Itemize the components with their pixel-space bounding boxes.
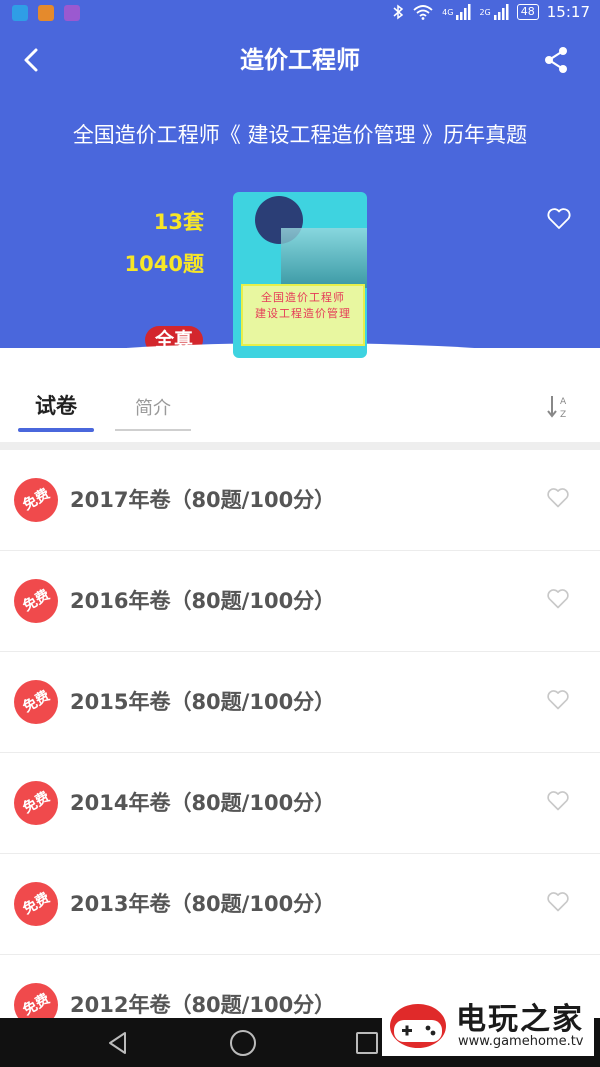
nav-recents-icon[interactable] <box>356 1032 378 1054</box>
paper-title: 2017年卷（80题/100分） <box>70 488 336 512</box>
nav-home-icon[interactable] <box>230 1030 256 1056</box>
list-item[interactable]: 免费 2013年卷（80题/100分） <box>0 854 600 955</box>
sort-az-icon[interactable]: A Z <box>546 392 570 422</box>
free-badge: 免费 <box>14 680 58 724</box>
cover-title-line1: 全国造价工程师 <box>261 291 345 304</box>
paper-list: 免费 2017年卷（80题/100分） 免费 2016年卷（80题/100分） … <box>0 450 600 1056</box>
tab-papers[interactable]: 试卷 <box>18 390 94 420</box>
svg-text:A: A <box>560 397 567 407</box>
tab-bar: 试卷 简介 A Z <box>0 380 600 442</box>
battery-indicator: 48 <box>516 4 539 20</box>
favorite-heart-icon[interactable] <box>546 207 572 231</box>
course-subtitle: 全国造价工程师《 建设工程造价管理 》历年真题 <box>72 123 528 147</box>
tab-intro[interactable]: 简介 <box>115 394 191 420</box>
section-divider <box>0 442 600 450</box>
nav-back-icon[interactable] <box>105 1030 131 1056</box>
heart-icon[interactable] <box>546 487 570 509</box>
active-tab-indicator <box>18 428 94 432</box>
app-notification-icon <box>12 5 28 21</box>
signal-icon <box>456 4 471 20</box>
book-cover-image: 全国造价工程师 建设工程造价管理 <box>233 192 367 358</box>
heart-icon[interactable] <box>546 790 570 812</box>
mascot-icon <box>390 1004 446 1048</box>
list-item[interactable]: 免费 2015年卷（80题/100分） <box>0 652 600 753</box>
building-image <box>281 228 367 288</box>
paper-title: 2016年卷（80题/100分） <box>70 589 336 613</box>
free-badge: 免费 <box>14 478 58 522</box>
list-item[interactable]: 免费 2016年卷（80题/100分） <box>0 551 600 652</box>
paper-title: 2013年卷（80题/100分） <box>70 892 336 916</box>
questions-count: 1040题 <box>124 252 204 276</box>
heart-icon[interactable] <box>546 891 570 913</box>
paper-title: 2014年卷（80题/100分） <box>70 791 336 815</box>
brand-name: 电玩之家 <box>456 1002 584 1037</box>
app-notification-icon <box>38 5 54 21</box>
inactive-tab-indicator <box>115 429 191 431</box>
list-item[interactable]: 免费 2017年卷（80题/100分） <box>0 450 600 551</box>
paper-title: 2015年卷（80题/100分） <box>70 690 336 714</box>
list-item[interactable]: 免费 2014年卷（80题/100分） <box>0 753 600 854</box>
status-bar: 4G 2G 48 15:17 <box>0 0 600 28</box>
cover-title-line2: 建设工程造价管理 <box>255 307 351 320</box>
network-4g-label: 4G <box>442 7 454 17</box>
app-notification-icon <box>64 5 80 21</box>
cover-label: 全国造价工程师 建设工程造价管理 <box>241 284 365 346</box>
network-2g-label: 2G <box>479 7 491 17</box>
notification-icons <box>12 5 80 21</box>
heart-icon[interactable] <box>546 689 570 711</box>
paper-title: 2012年卷（80题/100分） <box>70 993 336 1017</box>
free-badge: 免费 <box>14 579 58 623</box>
heart-icon[interactable] <box>546 588 570 610</box>
signal-icon <box>493 4 509 20</box>
svg-text:Z: Z <box>560 410 566 420</box>
page-title: 造价工程师 <box>240 46 360 74</box>
wifi-icon <box>413 5 433 20</box>
free-badge: 免费 <box>14 781 58 825</box>
free-badge: 免费 <box>14 882 58 926</box>
watermark-logo: 电玩之家 www.gamehome.tv <box>382 990 594 1056</box>
brand-url: www.gamehome.tv <box>458 1034 584 1049</box>
clock: 15:17 <box>546 3 590 21</box>
sets-count: 13套 <box>153 210 204 234</box>
bluetooth-icon <box>393 4 404 20</box>
share-icon[interactable] <box>542 44 570 76</box>
